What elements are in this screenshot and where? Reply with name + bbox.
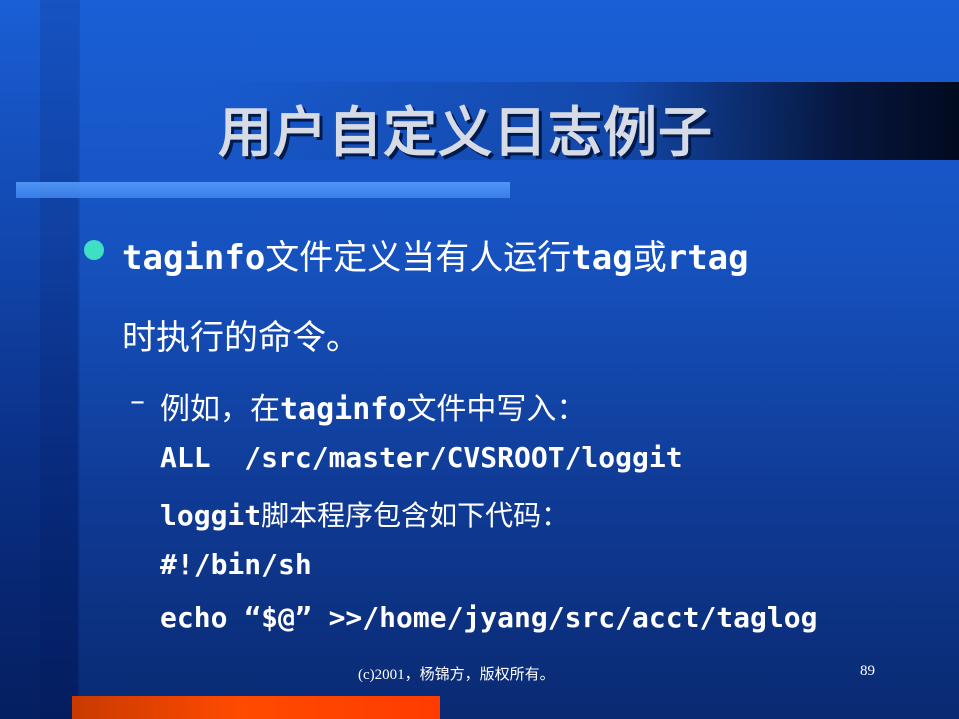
code-line-2-term: loggit — [160, 499, 262, 532]
code-line-3: #!/bin/sh — [160, 548, 312, 581]
bullet-icon — [84, 240, 104, 260]
accent-line — [16, 182, 510, 198]
sub-bullet-dash: – — [130, 384, 145, 419]
page-number: 89 — [860, 663, 875, 679]
bullet-text-b: 或 — [632, 238, 667, 278]
bullet-term-rtag: rtag — [666, 238, 749, 278]
code-line-2: loggit脚本程序包含如下代码： — [160, 494, 569, 534]
slide: 用户自定义日志例子 taginfo文件定义当有人运行tag或rtag 时执行的命… — [0, 0, 959, 719]
code-line-1: ALL /src/master/CVSROOT/loggit — [160, 441, 683, 474]
code-line-4: echo “$@” >>/home/jyang/src/acct/taglog — [160, 601, 818, 634]
sub-bullet-suffix: 文件中写入： — [406, 392, 587, 427]
sub-bullet-prefix: 例如，在 — [160, 392, 280, 427]
bullet-term-taginfo: taginfo — [122, 238, 266, 278]
code-line-2-text: 脚本程序包含如下代码： — [261, 499, 570, 532]
bullet-term-tag: tag — [571, 238, 633, 278]
sub-bullet-line: 例如，在taginfo文件中写入： — [160, 384, 586, 428]
left-shade-band-inner — [40, 0, 80, 719]
bullet-line-2: 时执行的命令。 — [122, 318, 360, 358]
bullet-line-1: taginfo文件定义当有人运行tag或rtag — [122, 230, 749, 279]
bullet-text-a: 文件定义当有人运行 — [265, 238, 572, 278]
slide-title: 用户自定义日志例子 — [218, 101, 713, 164]
sub-bullet-term: taginfo — [280, 392, 407, 427]
bottom-accent-bar — [72, 696, 440, 719]
slide-footer: (c)2001，杨锦方，版权所有。 — [358, 667, 555, 683]
